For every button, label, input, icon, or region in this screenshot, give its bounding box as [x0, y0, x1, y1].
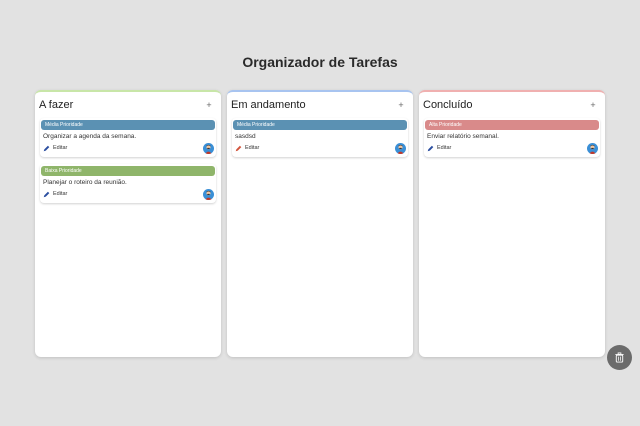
edit-label: Editar: [245, 145, 260, 151]
priority-badge: Baixa Prioridade: [41, 166, 215, 176]
card-footer: Editar: [41, 140, 215, 154]
task-card[interactable]: Baixa Prioridade Planejar o roteiro da r…: [40, 164, 216, 203]
column-title: Concluído: [423, 99, 473, 111]
column-header: A fazer +: [35, 92, 221, 114]
priority-badge: Média Prioridade: [233, 120, 407, 130]
trash-button[interactable]: [607, 345, 632, 370]
edit-button[interactable]: Editar: [427, 145, 451, 152]
card-list: Média Prioridade Organizar a agenda da s…: [35, 114, 221, 203]
column-em-andamento: Em andamento + Média Prioridade sasdsd E…: [227, 90, 413, 357]
edit-button[interactable]: Editar: [43, 145, 67, 152]
pencil-icon: [235, 145, 242, 151]
user-avatar-icon: [587, 142, 598, 154]
pencil-icon: [43, 191, 50, 197]
task-text: sasdsd: [235, 133, 256, 140]
card-list: Alta Prioridade Enviar relatório semanal…: [419, 114, 605, 157]
card-footer: Editar: [233, 140, 407, 154]
column-title: Em andamento: [231, 99, 306, 111]
add-task-button[interactable]: +: [587, 100, 599, 110]
trash-icon: [615, 352, 624, 363]
user-avatar-icon: [203, 142, 214, 154]
pencil-icon: [427, 145, 434, 151]
edit-label: Editar: [53, 145, 68, 151]
page-title: Organizador de Tarefas: [242, 54, 398, 70]
column-title: A fazer: [39, 99, 74, 111]
task-text: Enviar relatório semanal.: [427, 133, 499, 140]
add-task-button[interactable]: +: [395, 100, 407, 110]
card-footer: Editar: [41, 186, 215, 200]
add-task-button[interactable]: +: [203, 100, 215, 110]
user-avatar-icon: [203, 188, 214, 200]
card-list: Média Prioridade sasdsd Editar: [227, 114, 413, 157]
task-text: Organizar a agenda da semana.: [43, 133, 137, 140]
task-text: Planejar o roteiro da reunião.: [43, 179, 127, 186]
edit-button[interactable]: Editar: [235, 145, 259, 152]
edit-label: Editar: [53, 191, 68, 197]
priority-badge: Alta Prioridade: [425, 120, 599, 130]
user-avatar-icon: [395, 142, 406, 154]
task-card[interactable]: Média Prioridade sasdsd Editar: [232, 118, 408, 157]
column-a-fazer: A fazer + Média Prioridade Organizar a a…: [35, 90, 221, 357]
task-card[interactable]: Média Prioridade Organizar a agenda da s…: [40, 118, 216, 157]
pencil-icon: [43, 145, 50, 151]
column-header: Em andamento +: [227, 92, 413, 114]
app: Organizador de Tarefas A fazer + Média P…: [0, 0, 640, 426]
column-header: Concluído +: [419, 92, 605, 114]
column-concluido: Concluído + Alta Prioridade Enviar relat…: [419, 90, 605, 357]
edit-button[interactable]: Editar: [43, 191, 67, 198]
priority-badge: Média Prioridade: [41, 120, 215, 130]
task-card[interactable]: Alta Prioridade Enviar relatório semanal…: [424, 118, 600, 157]
card-footer: Editar: [425, 140, 599, 154]
edit-label: Editar: [437, 145, 452, 151]
